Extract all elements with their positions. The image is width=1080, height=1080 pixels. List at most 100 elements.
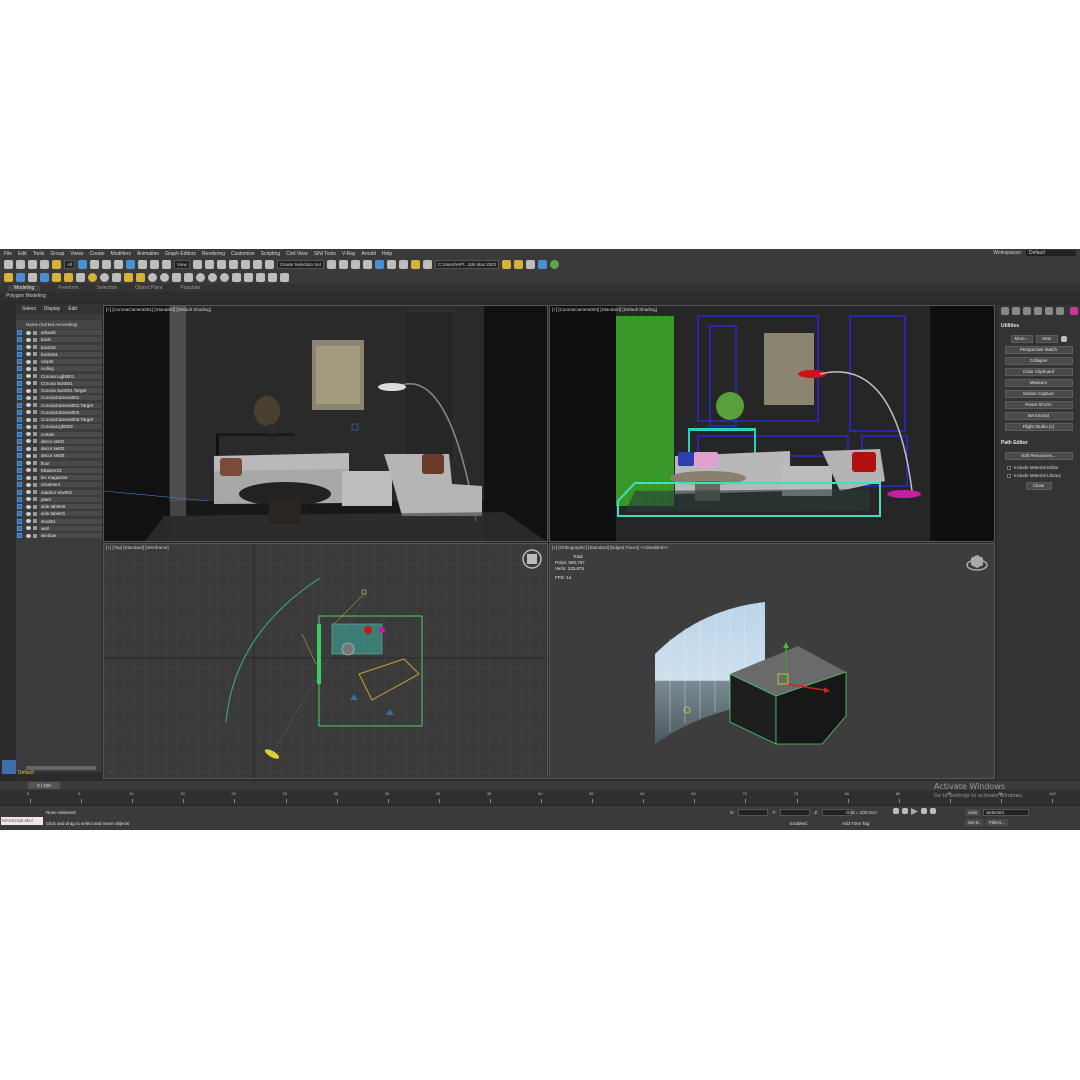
- list-item[interactable]: side table00: [17, 503, 102, 510]
- eye-icon[interactable]: [26, 519, 31, 524]
- color-clipboard-button[interactable]: Color Clipboard: [1004, 368, 1073, 376]
- go-to-start-icon[interactable]: [893, 808, 899, 814]
- vray-camera-icon[interactable]: [16, 273, 25, 282]
- set-key-button[interactable]: Set K.: [965, 819, 984, 826]
- tab-modeling[interactable]: Modeling: [8, 285, 41, 291]
- play-icon[interactable]: [911, 808, 918, 815]
- eye-icon[interactable]: [26, 453, 31, 458]
- eye-icon[interactable]: [26, 511, 31, 516]
- edit-resources-button[interactable]: Edit Resources...: [1004, 452, 1073, 460]
- workspace-value[interactable]: Default: [1026, 250, 1076, 256]
- arnold-render-icon[interactable]: [550, 260, 560, 269]
- corona-converter-icon[interactable]: [184, 273, 193, 282]
- toggle-ribbon-icon[interactable]: [362, 260, 372, 269]
- motion-capture-button[interactable]: Motion Capture: [1004, 390, 1073, 398]
- utilities-tab-icon[interactable]: [1056, 307, 1064, 315]
- corona-cloud-icon[interactable]: [280, 273, 289, 282]
- track-bar[interactable]: 0 5 10 15 20 25 30 35 40 45 50 55 60 65 70 75 80 85 90 95 10…: [0, 790, 1080, 804]
- reset-xform-button[interactable]: Reset XForm: [1004, 401, 1073, 409]
- layer-toggle-icon[interactable]: [17, 518, 22, 524]
- maxscript-button[interactable]: MAXScript: [1004, 412, 1073, 420]
- tab-display[interactable]: Display: [44, 306, 60, 312]
- list-item[interactable]: window: [17, 532, 102, 539]
- corona-material-library-icon[interactable]: [268, 273, 277, 282]
- create-tab-icon[interactable]: [1001, 307, 1009, 315]
- list-item[interactable]: outdoor env001: [17, 489, 102, 496]
- path-editor-rollout-title[interactable]: Path Editor: [997, 434, 1080, 449]
- corona-camera-icon[interactable]: [148, 273, 157, 282]
- list-item[interactable]: CoronaCamera003.Target: [17, 416, 102, 423]
- render-iterative-icon[interactable]: [514, 260, 524, 269]
- layer-toggle-icon[interactable]: [17, 417, 22, 423]
- menu-sini-tools[interactable]: SiNi Tools: [314, 251, 336, 257]
- tab-freeform[interactable]: Freeform: [58, 285, 78, 291]
- render-production-icon[interactable]: [502, 260, 512, 269]
- menu-help[interactable]: Help: [382, 251, 392, 257]
- vray-ies-icon[interactable]: [88, 273, 97, 282]
- layer-explorer-button[interactable]: [2, 760, 16, 774]
- eye-icon[interactable]: [26, 403, 31, 408]
- eye-icon[interactable]: [26, 482, 31, 487]
- vray-sun-icon[interactable]: [52, 273, 61, 282]
- layer-explorer-icon[interactable]: [350, 260, 360, 269]
- layer-toggle-icon[interactable]: [17, 496, 22, 502]
- vray-frame-buffer-icon[interactable]: [538, 260, 548, 269]
- list-item[interactable]: ceiling: [17, 365, 102, 372]
- viewport-orthographic[interactable]: [+] [Orthographic] [Standard] [Edged Fac…: [549, 543, 995, 779]
- eye-icon[interactable]: [26, 446, 31, 451]
- motion-tab-icon[interactable]: [1034, 307, 1042, 315]
- snaps-toggle-icon[interactable]: [216, 260, 226, 269]
- list-item[interactable]: decor set05: [17, 452, 102, 459]
- menu-views[interactable]: Views: [70, 251, 83, 257]
- bind-spacewarp-icon[interactable]: [52, 260, 61, 269]
- include-material-editor-checkbox[interactable]: Include Material Editor: [997, 463, 1080, 471]
- x-field[interactable]: [738, 809, 769, 816]
- eye-icon[interactable]: [26, 337, 31, 342]
- eye-icon[interactable]: [26, 504, 31, 509]
- list-item[interactable]: CoronaCamera001.Target: [17, 402, 102, 409]
- menu-arnold[interactable]: Arnold: [361, 251, 375, 257]
- corona-sun-icon[interactable]: [124, 273, 133, 282]
- list-item[interactable]: Corona Sun001: [17, 380, 102, 387]
- eye-icon[interactable]: [26, 345, 31, 350]
- column-header[interactable]: Name (Sorted Ascending): [16, 320, 102, 329]
- viewport-camera001[interactable]: [+] [CoronaCamera001] [Standard] [Defaul…: [103, 305, 548, 542]
- list-item[interactable]: floor: [17, 460, 102, 467]
- more-button[interactable]: More...: [1010, 335, 1033, 343]
- list-item[interactable]: book: [17, 336, 102, 343]
- corona-material-icon[interactable]: [160, 273, 169, 282]
- include-material-library-checkbox[interactable]: Include Material Library: [997, 471, 1080, 479]
- eye-icon[interactable]: [26, 468, 31, 473]
- current-layer[interactable]: Default: [18, 770, 34, 776]
- flight-studio-button[interactable]: Flight Studio (c): [1004, 423, 1073, 431]
- layer-toggle-icon[interactable]: [17, 533, 22, 539]
- measure-button[interactable]: Measure: [1004, 379, 1073, 387]
- corona-proxy-icon[interactable]: [112, 273, 121, 282]
- named-selection-dropdown[interactable]: Create Selection Set: [276, 260, 324, 269]
- corona-light-icon[interactable]: [136, 273, 145, 282]
- list-item[interactable]: books01: [17, 351, 102, 358]
- layer-toggle-icon[interactable]: [17, 359, 22, 365]
- perspective-match-button[interactable]: Perspective Match: [1004, 346, 1073, 354]
- vray-lights-icon[interactable]: [4, 273, 13, 282]
- layer-toggle-icon[interactable]: [17, 424, 22, 430]
- close-button[interactable]: Close: [1025, 482, 1052, 490]
- configure-sets-icon[interactable]: [1060, 336, 1067, 342]
- unlink-icon[interactable]: [40, 260, 49, 269]
- list-item[interactable]: artwork: [17, 329, 102, 336]
- spinner-snap-icon[interactable]: [252, 260, 262, 269]
- tab-selection[interactable]: Selection: [97, 285, 118, 291]
- list-item[interactable]: stool01: [17, 518, 102, 525]
- eye-icon[interactable]: [26, 439, 31, 444]
- select-and-move-icon[interactable]: [126, 260, 136, 269]
- menu-file[interactable]: File: [4, 251, 12, 257]
- menu-group[interactable]: Group: [50, 251, 64, 257]
- previous-frame-icon[interactable]: [902, 808, 908, 814]
- layer-toggle-icon[interactable]: [17, 511, 22, 517]
- tab-populate[interactable]: Populate: [180, 285, 200, 291]
- layer-toggle-icon[interactable]: [17, 380, 22, 386]
- layer-toggle-icon[interactable]: [17, 402, 22, 408]
- layer-toggle-icon[interactable]: [17, 330, 22, 336]
- tab-edit[interactable]: Edit: [68, 306, 77, 312]
- eye-icon[interactable]: [26, 461, 31, 466]
